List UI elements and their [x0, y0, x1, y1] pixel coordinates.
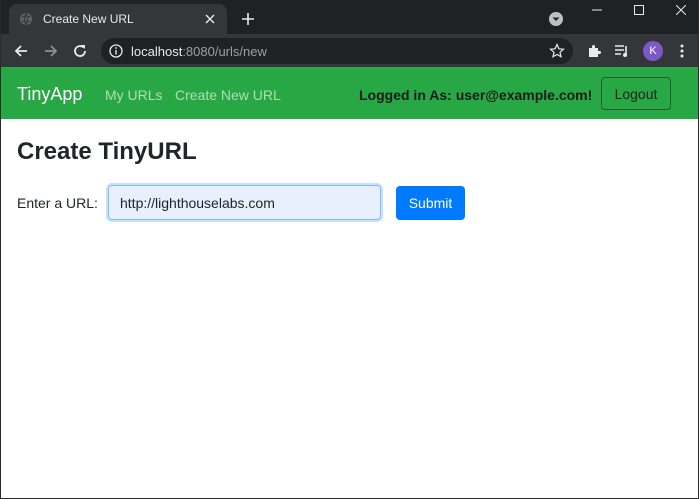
submit-button[interactable]: Submit	[396, 186, 465, 220]
url-label: Enter a URL:	[17, 195, 98, 211]
reload-icon[interactable]	[69, 40, 91, 62]
url-path: :8080/urls/new	[182, 43, 267, 59]
globe-icon	[19, 12, 33, 26]
back-icon[interactable]	[10, 40, 32, 62]
star-icon[interactable]	[549, 43, 565, 59]
close-window-icon[interactable]	[663, 0, 699, 20]
nav-link-my-urls[interactable]: My URLs	[105, 87, 163, 103]
forward-icon[interactable]	[40, 40, 62, 62]
media-icon[interactable]	[613, 42, 631, 60]
browser-window: Create New URL localhost:8080/urls/new …	[0, 0, 699, 499]
url-input[interactable]	[108, 185, 381, 220]
plus-icon[interactable]	[237, 8, 259, 30]
profile-avatar[interactable]: K	[643, 41, 663, 61]
logout-button[interactable]: Logout	[601, 77, 671, 110]
brand-link[interactable]: TinyApp	[17, 84, 82, 105]
dropdown-icon[interactable]	[547, 10, 565, 28]
address-bar[interactable]: localhost:8080/urls/new	[101, 38, 573, 64]
close-icon[interactable]	[201, 10, 219, 28]
minimize-icon[interactable]	[579, 0, 615, 20]
page-title: Create TinyURL	[17, 138, 197, 165]
logged-in-status: Logged in As: user@example.com!	[359, 87, 593, 103]
menu-icon[interactable]	[673, 42, 691, 60]
app-navbar: TinyApp My URLs Create New URL Logged in…	[1, 67, 698, 119]
extensions-icon[interactable]	[585, 42, 603, 60]
tab-strip: Create New URL	[1, 0, 698, 34]
browser-toolbar: localhost:8080/urls/new	[1, 34, 698, 67]
tab-create-new-url[interactable]: Create New URL	[9, 4, 227, 34]
maximize-icon[interactable]	[621, 0, 657, 20]
info-icon[interactable]	[109, 44, 123, 58]
tab-title: Create New URL	[43, 12, 134, 26]
nav-link-create-new-url[interactable]: Create New URL	[175, 87, 281, 103]
url-host: localhost	[131, 43, 183, 59]
